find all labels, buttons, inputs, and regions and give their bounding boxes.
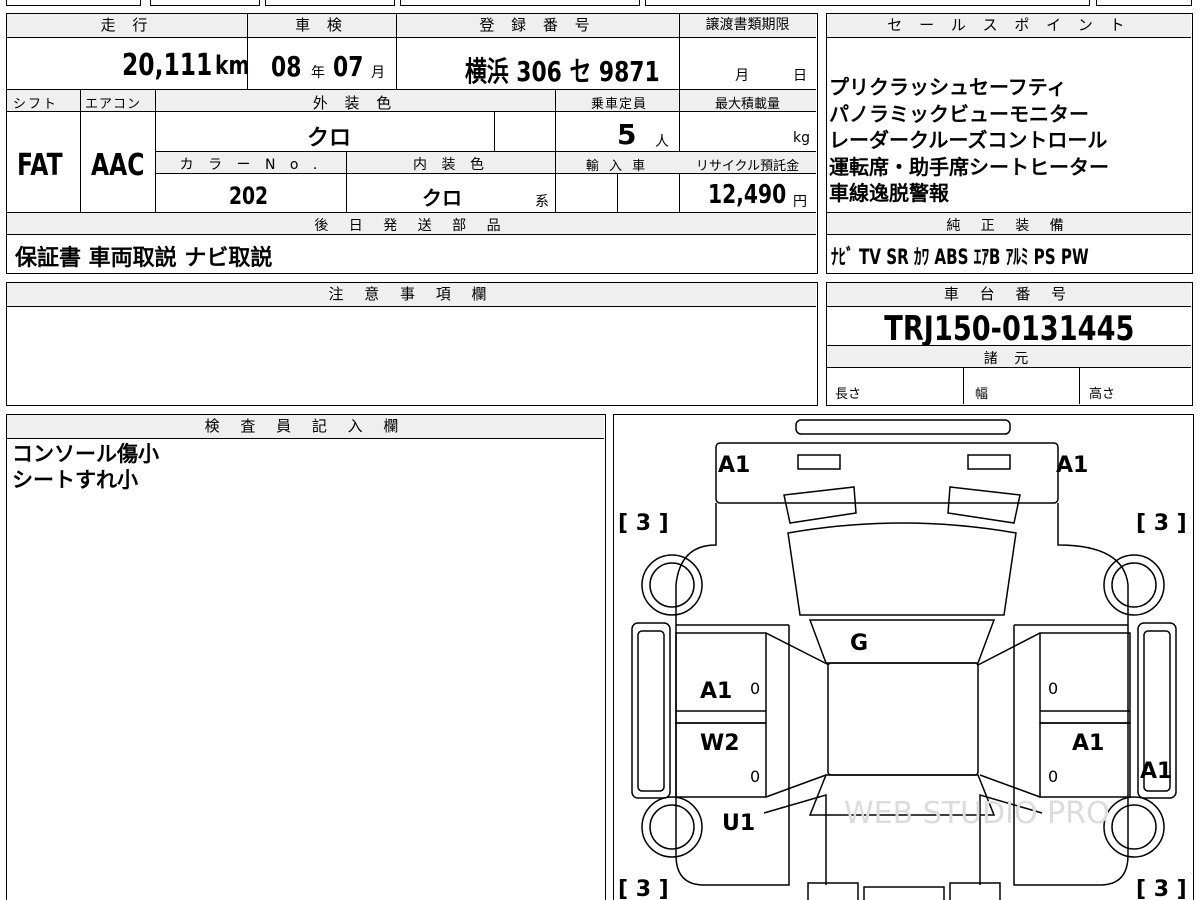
door-count-1: 0 (750, 679, 761, 698)
capacity-value: 5 (617, 118, 637, 151)
interior-suffix: 系 (535, 194, 549, 210)
deadline-day-label: 日 (793, 68, 807, 84)
length-label: 長さ (835, 387, 862, 402)
chassis-specs-box: 車 台 番 号 TRJ150-0131445 諸 元 長さ 幅 高さ (826, 282, 1193, 406)
mark-left-rear-door: W2 (700, 731, 740, 756)
sales-point-item: レーダークルーズコントロール (829, 128, 1108, 152)
header-inspection: 車 検 (247, 14, 396, 38)
inspector-notes: コンソール傷小 シートすれ小 (12, 441, 159, 493)
vehicle-info-table: 走 行 車 検 登 録 番 号 譲渡書類期限 20,111 km 08 年 07… (6, 13, 818, 274)
mark-left-front-door: A1 (700, 679, 733, 704)
sales-point-item: パノラミックビューモニター (829, 101, 1089, 126)
header-transfer-deadline: 譲渡書類期限 (679, 14, 816, 38)
mark-front-right: A1 (1056, 453, 1089, 478)
deadline-month-label: 月 (735, 68, 749, 84)
color-no-value: 202 (229, 182, 269, 210)
watermark: WEB STUDIO PRO (844, 796, 1110, 831)
license-plate: 横浜 306 セ 9871 (465, 55, 660, 88)
header-mileage: 走 行 (7, 14, 247, 38)
tyre-right-front: [ 3 ] (1136, 511, 1187, 536)
mileage-unit: km (215, 51, 250, 81)
sales-point-item: プリクラッシュセーフティ (829, 75, 1067, 99)
header-import: 輸 入 車 (585, 159, 649, 174)
height-label: 高さ (1089, 387, 1116, 402)
header-exterior-color: 外 装 色 (312, 94, 398, 112)
mark-roof: G (850, 631, 869, 656)
header-later-parts: 後 日 発 送 部 品 (314, 218, 509, 234)
later-parts-value: 保証書 車両取説 ナビ取説 (15, 246, 273, 271)
mark-right-rear-door: A1 (1072, 731, 1105, 756)
inspection-month: 07 (333, 50, 364, 83)
tyre-left-rear: [ 3 ] (618, 877, 669, 900)
shift-value: FAT (17, 148, 63, 183)
header-color-no: カ ラ ー N o . (179, 157, 323, 173)
inspector-note-item: シートすれ小 (12, 468, 138, 492)
inspection-year: 08 (271, 50, 302, 83)
top-strip: 国 (0, 0, 1200, 6)
header-chassis-no: 車 台 番 号 (827, 283, 1191, 307)
header-capacity: 乗車定員 (590, 97, 647, 112)
header-aircon: エアコン (85, 97, 142, 112)
inspector-box: 検 査 員 記 入 欄 コンソール傷小 シートすれ小 (6, 414, 606, 900)
header-max-load: 最大積載量 (714, 97, 780, 112)
car-diagram: WEB STUDIO PRO (631, 419, 1177, 900)
inspector-note-item: コンソール傷小 (12, 442, 159, 466)
header-shift: シフト (13, 97, 59, 112)
header-notes: 注 意 事 項 欄 (7, 283, 816, 307)
tyre-left-front: [ 3 ] (618, 511, 669, 536)
notes-box: 注 意 事 項 欄 (6, 282, 818, 406)
mark-right-rocker: A1 (1140, 759, 1173, 784)
door-count-2: 0 (750, 767, 761, 786)
interior-color-value: クロ (422, 186, 462, 210)
header-recycle: リサイクル預託金 (695, 159, 800, 174)
capacity-unit: 人 (655, 134, 669, 150)
door-count-3: 0 (1048, 679, 1059, 698)
sales-point-item: 車線逸脱警報 (829, 181, 949, 205)
header-sales-points: セ ー ル ス ポ イ ン ト (827, 14, 1191, 38)
tyre-right-rear: [ 3 ] (1136, 877, 1187, 900)
chassis-no-value: TRJ150-0131445 (883, 309, 1135, 349)
header-specs: 諸 元 (983, 351, 1035, 367)
aircon-value: AAC (91, 148, 145, 183)
sales-points-box: セ ー ル ス ポ イ ン ト プリクラッシュセーフティ パノラミックビューモニ… (826, 13, 1193, 274)
header-inspector: 検 査 員 記 入 欄 (7, 415, 604, 439)
max-load-unit: kg (793, 130, 810, 146)
mark-left-quarter: U1 (722, 811, 756, 836)
sales-points-list: プリクラッシュセーフティ パノラミックビューモニター レーダークルーズコントロー… (829, 74, 1189, 207)
genuine-equipment-value: ﾅﾋﾞ TV SR ｶﾜ ABS ｴｱB ｱﾙﾐ PS PW (831, 245, 1089, 269)
door-count-4: 0 (1048, 767, 1059, 786)
mark-front-left: A1 (718, 453, 751, 478)
damage-diagram-box: WEB STUDIO PRO [ 3 ] [ 3 ] [ 3 ] [ 3 ] A… (613, 414, 1194, 900)
inspection-month-unit: 月 (371, 65, 385, 81)
width-label: 幅 (975, 387, 989, 402)
header-registration: 登 録 番 号 (396, 14, 679, 38)
exterior-color-value: クロ (307, 126, 352, 151)
recycle-unit: 円 (793, 194, 807, 210)
header-interior-color: 内 装 色 (413, 157, 489, 173)
inspection-year-unit: 年 (311, 65, 325, 81)
sales-point-item: 運転席・助手席シートヒーター (829, 154, 1109, 179)
header-genuine-equipment: 純 正 装 備 (946, 218, 1072, 234)
